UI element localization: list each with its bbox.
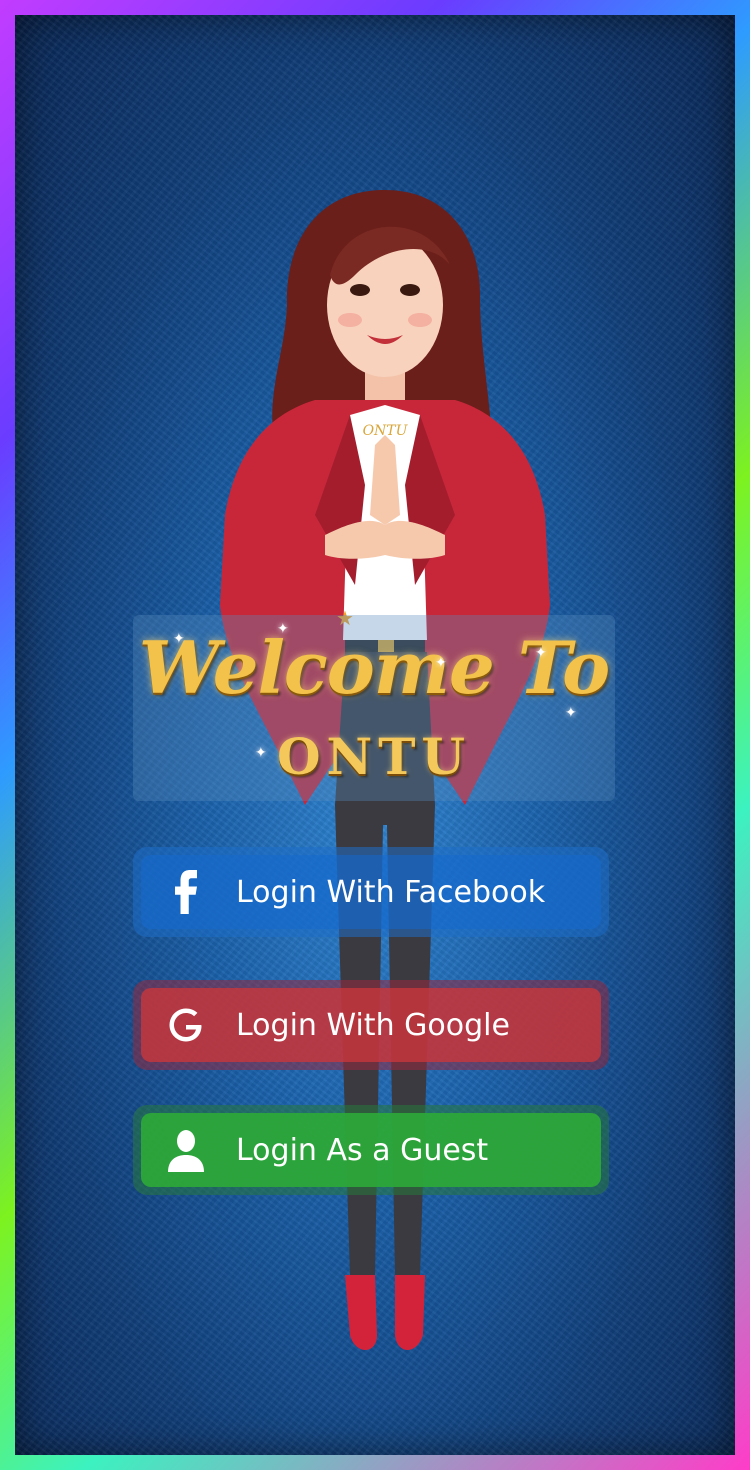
google-button-label: Login With Google [236,1007,510,1043]
login-screen: ONTU ★ Welcome To ONTU ✦ ✦ ✦ ✦ ✦ ✦ Login… [15,15,735,1455]
sparkle-icon: ✦ [277,621,289,637]
brand-name: ONTU [276,727,472,786]
sparkle-icon: ✦ [535,645,547,661]
facebook-icon [161,867,211,917]
login-guest-button[interactable]: Login As a Guest [133,1105,609,1195]
login-google-button[interactable]: Login With Google [133,980,609,1070]
facebook-button-label: Login With Facebook [236,874,546,910]
google-icon [161,1000,211,1050]
svg-text:ONTU: ONTU [363,423,409,439]
user-icon [161,1125,211,1175]
guest-button-label: Login As a Guest [236,1132,489,1168]
sparkle-icon: ✦ [565,705,577,721]
sparkle-icon: ✦ [173,631,185,647]
welcome-title: Welcome To [138,625,610,710]
sparkle-icon: ✦ [255,745,267,761]
sparkle-icon: ✦ [435,655,447,671]
gradient-frame: ONTU ★ Welcome To ONTU ✦ ✦ ✦ ✦ ✦ ✦ Login… [0,0,750,1470]
login-facebook-button[interactable]: Login With Facebook [133,847,609,937]
